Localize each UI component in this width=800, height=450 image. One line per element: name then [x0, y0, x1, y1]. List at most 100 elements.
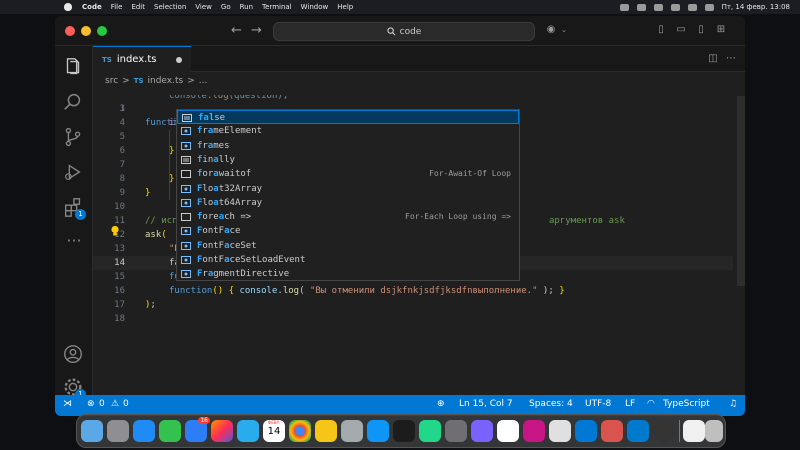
maximize-window-button[interactable]: [97, 26, 107, 36]
menu-view[interactable]: View: [195, 3, 212, 11]
close-window-button[interactable]: [65, 26, 75, 36]
suggestion-item[interactable]: fafalselse: [177, 110, 519, 125]
suggestion-item[interactable]: FontFace: [177, 224, 519, 238]
menu-go[interactable]: Go: [221, 3, 231, 11]
chrome-icon[interactable]: [289, 420, 311, 442]
app-icon[interactable]: [471, 420, 493, 442]
menu-help[interactable]: Help: [337, 3, 353, 11]
menu-terminal[interactable]: Terminal: [262, 3, 292, 11]
source-control-icon[interactable]: [62, 126, 86, 150]
status-app-icon[interactable]: [636, 3, 646, 11]
snippet-icon: [181, 213, 191, 222]
minimize-window-button[interactable]: [81, 26, 91, 36]
errors-icon[interactable]: ⊗: [87, 399, 95, 409]
battery-icon[interactable]: [687, 3, 697, 11]
end-of-line[interactable]: LF: [625, 399, 635, 409]
more-icon[interactable]: ···: [62, 231, 86, 255]
encoding[interactable]: UTF-8: [585, 399, 611, 409]
search-icon: [387, 27, 396, 36]
launchpad-icon[interactable]: [107, 420, 129, 442]
menu-edit[interactable]: Edit: [131, 3, 145, 11]
vscode-dock-icon[interactable]: [627, 420, 649, 442]
menu-selection[interactable]: Selection: [154, 3, 186, 11]
command-center-search[interactable]: code: [273, 22, 535, 41]
indentation[interactable]: Spaces: 4: [529, 399, 573, 409]
cursor-position[interactable]: Ln 15, Col 7: [459, 399, 513, 409]
run-debug-icon[interactable]: [62, 161, 86, 185]
suggestion-item[interactable]: FontFaceSet: [177, 239, 519, 253]
back-arrow-icon[interactable]: ←: [231, 23, 242, 38]
safari-icon[interactable]: [133, 420, 155, 442]
wifi-icon[interactable]: [670, 3, 680, 11]
control-center-icon[interactable]: [704, 3, 714, 11]
app-icon[interactable]: [653, 420, 675, 442]
remote-icon[interactable]: ⋊: [63, 399, 72, 409]
breadcrumb-folder[interactable]: src: [105, 76, 118, 86]
finder-icon[interactable]: [81, 420, 103, 442]
suggestion-item[interactable]: frameElement: [177, 124, 519, 138]
notes-icon[interactable]: [315, 420, 337, 442]
app-store-icon[interactable]: [367, 420, 389, 442]
language-status-icon[interactable]: ◠: [647, 399, 655, 409]
warnings-icon[interactable]: ⚠: [111, 399, 119, 409]
menu-file[interactable]: File: [111, 3, 123, 11]
tab-index-ts[interactable]: TS index.ts: [93, 46, 191, 72]
menu-window[interactable]: Window: [301, 3, 329, 11]
telegram-icon[interactable]: [237, 420, 259, 442]
status-app-icon[interactable]: [653, 3, 663, 11]
menu-app-name[interactable]: Code: [82, 3, 102, 11]
suggestion-item[interactable]: FragmentDirective: [177, 267, 519, 281]
notifications-bell-icon[interactable]: ♫: [729, 399, 737, 409]
status-app-icon[interactable]: [619, 3, 629, 11]
extensions-icon[interactable]: 1: [62, 196, 86, 220]
calendar-icon[interactable]: ФЕВР. 14: [263, 420, 285, 442]
suggestion-item[interactable]: forawaitof For-Await-Of Loop: [177, 167, 519, 181]
suggestion-item[interactable]: frames: [177, 139, 519, 153]
more-actions-icon[interactable]: ⋯: [725, 53, 737, 65]
menu-clock[interactable]: Пт, 14 февр. 13:08: [722, 3, 790, 11]
chevron-down-icon[interactable]: ⌄: [558, 24, 570, 36]
lightbulb-icon[interactable]: [110, 225, 120, 237]
suggestion-item[interactable]: foreach => For-Each Loop using =>: [177, 210, 519, 224]
error-count[interactable]: 0: [99, 399, 105, 409]
vertical-scrollbar[interactable]: [737, 96, 745, 286]
windows-app-icon[interactable]: [575, 420, 597, 442]
toggle-panel-icon[interactable]: ▭: [675, 24, 687, 36]
toggle-secondary-sidebar-icon[interactable]: ▯: [695, 24, 707, 36]
search-icon[interactable]: [62, 91, 86, 115]
app-icon[interactable]: [497, 420, 519, 442]
trash-icon[interactable]: [705, 420, 723, 442]
accounts-icon[interactable]: [62, 343, 86, 367]
zoom-icon[interactable]: ⊕: [437, 399, 445, 409]
suggestion-item[interactable]: finally: [177, 153, 519, 167]
preview-icon[interactable]: [341, 420, 363, 442]
messages-icon[interactable]: [159, 420, 181, 442]
keyword-icon: [181, 155, 191, 164]
copilot-icon[interactable]: ◉: [545, 24, 557, 36]
suggestion-item[interactable]: Float32Array: [177, 182, 519, 196]
mail-icon[interactable]: 16: [185, 417, 210, 442]
suggestion-item[interactable]: FontFaceSetLoadEvent: [177, 253, 519, 267]
split-editor-icon[interactable]: ◫: [707, 53, 719, 65]
toggle-primary-sidebar-icon[interactable]: ▯: [655, 24, 667, 36]
menu-run[interactable]: Run: [240, 3, 253, 11]
customize-layout-icon[interactable]: ⊞: [715, 24, 727, 36]
apple-icon[interactable]: [64, 3, 72, 11]
warning-count[interactable]: 0: [123, 399, 129, 409]
system-settings-icon[interactable]: [445, 420, 467, 442]
forward-arrow-icon[interactable]: →: [251, 23, 262, 38]
photos-icon[interactable]: [211, 420, 233, 442]
app-icon[interactable]: [601, 420, 623, 442]
breadcrumb-more[interactable]: ...: [199, 76, 208, 86]
unsaved-dot-icon[interactable]: [175, 56, 182, 63]
code-line: 17);: [114, 300, 156, 310]
language-mode[interactable]: TypeScript: [663, 399, 710, 409]
suggestion-item[interactable]: Float64Array: [177, 196, 519, 210]
terminal-icon[interactable]: [393, 420, 415, 442]
document-icon[interactable]: [683, 420, 705, 442]
app-icon[interactable]: [523, 420, 545, 442]
pycharm-icon[interactable]: [419, 420, 441, 442]
breadcrumb-file[interactable]: index.ts: [148, 76, 184, 86]
explorer-icon[interactable]: [62, 56, 86, 80]
app-icon[interactable]: [549, 420, 571, 442]
